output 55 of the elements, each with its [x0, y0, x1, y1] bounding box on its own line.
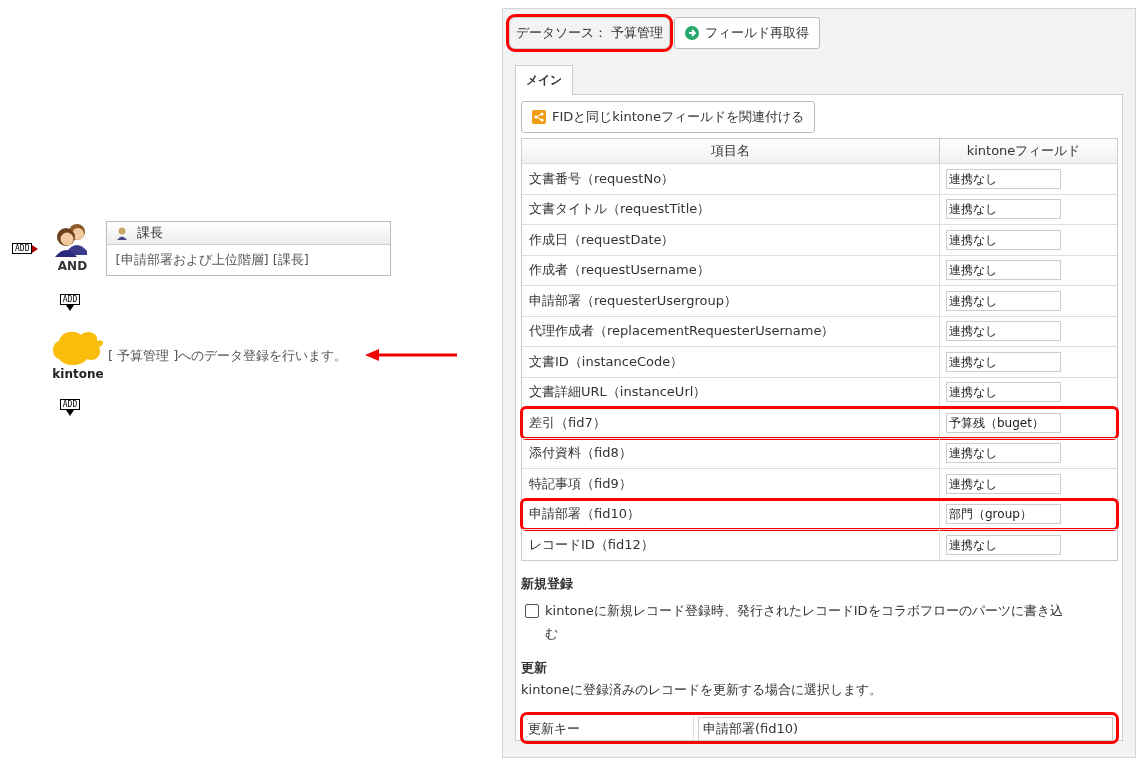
- checkbox[interactable]: [525, 603, 539, 618]
- item-cell: 文書タイトル（requestTitle）: [522, 194, 940, 224]
- key-input[interactable]: 申請部署(fid10): [698, 716, 1113, 741]
- field-select[interactable]: 連携なし: [946, 260, 1061, 281]
- arrow-circle-icon: [685, 26, 700, 40]
- field-select[interactable]: 連携なし: [946, 168, 1061, 189]
- field-select[interactable]: 連携なし: [946, 382, 1061, 403]
- item-cell: 代理作成者（replacementRequesterUsername）: [522, 316, 940, 346]
- item-cell: 特記事項（fid9）: [522, 469, 940, 499]
- item-cell: 文書ID（instanceCode）: [522, 347, 940, 377]
- item-cell: 作成者（requestUsername）: [522, 255, 940, 285]
- section-heading: 新規登録: [521, 574, 574, 593]
- cloud-icon: [51, 329, 105, 367]
- item-cell: 文書詳細URL（instanceUrl）: [522, 377, 940, 407]
- field-select[interactable]: 連携なし: [946, 534, 1061, 555]
- field-select[interactable]: 連携なし: [946, 290, 1061, 311]
- add-connector[interactable]: ADD: [12, 243, 33, 254]
- kintone-label: kintone: [52, 367, 104, 381]
- field-select[interactable]: 予算残（buget）: [946, 412, 1061, 433]
- section-description: kintoneに登録済みのレコードを更新する場合に選択します。: [521, 680, 883, 699]
- item-cell: 文書番号（requestNo）: [522, 164, 940, 194]
- operator-label: AND: [57, 259, 88, 273]
- person-icon: [115, 226, 130, 240]
- link-fields-button[interactable]: FIDと同じkintoneフィールドを関連付ける: [521, 101, 815, 133]
- kintone-step-text: [ 予算管理 ]へのデータ登録を行います。: [108, 347, 348, 365]
- card-body: [申請部署および上位階層] [課長]: [114, 251, 310, 269]
- datasource-label: データソース： 予算管理: [509, 17, 671, 49]
- field-select[interactable]: 連携なし: [946, 473, 1061, 494]
- field-select[interactable]: 連携なし: [946, 443, 1061, 464]
- share-icon: [532, 110, 546, 124]
- down-arrow-icon: [66, 410, 74, 416]
- field-select[interactable]: 連携なし: [946, 351, 1061, 372]
- down-arrow-icon: [66, 305, 74, 311]
- item-cell: 差引（fid7）: [522, 408, 940, 438]
- add-connector[interactable]: ADD: [59, 399, 81, 410]
- column-header: kintoneフィールド: [965, 142, 1082, 160]
- item-cell: レコードID（fid12）: [522, 530, 940, 560]
- column-header: 項目名: [522, 139, 940, 163]
- card-title: 課長: [137, 224, 164, 242]
- section-heading: 更新: [521, 658, 548, 677]
- tab[interactable]: メイン: [515, 65, 573, 95]
- connector-arrow-icon: [32, 244, 39, 253]
- refetch-button[interactable]: フィールド再取得: [674, 17, 821, 49]
- checkbox-label: kintoneに新規レコード登録時、発行されたレコードIDをコラボフローのパーツに書き込む: [545, 601, 1064, 643]
- field-select[interactable]: 部門（group）: [946, 504, 1061, 525]
- field-select[interactable]: 連携なし: [946, 199, 1061, 220]
- item-cell: 添付資料（fid8）: [522, 438, 940, 468]
- field-select[interactable]: 連携なし: [946, 321, 1061, 342]
- approver-card[interactable]: 課長 [申請部署および上位階層] [課長]: [106, 221, 392, 276]
- add-connector[interactable]: ADD: [59, 294, 81, 305]
- item-cell: 申請部署（requesterUsergroup）: [522, 286, 940, 316]
- item-cell: 申請部署（fid10）: [522, 499, 940, 529]
- field-select[interactable]: 連携なし: [946, 229, 1061, 250]
- key-label: 更新キー: [522, 713, 694, 744]
- item-cell: 作成日（requestDate）: [522, 225, 940, 255]
